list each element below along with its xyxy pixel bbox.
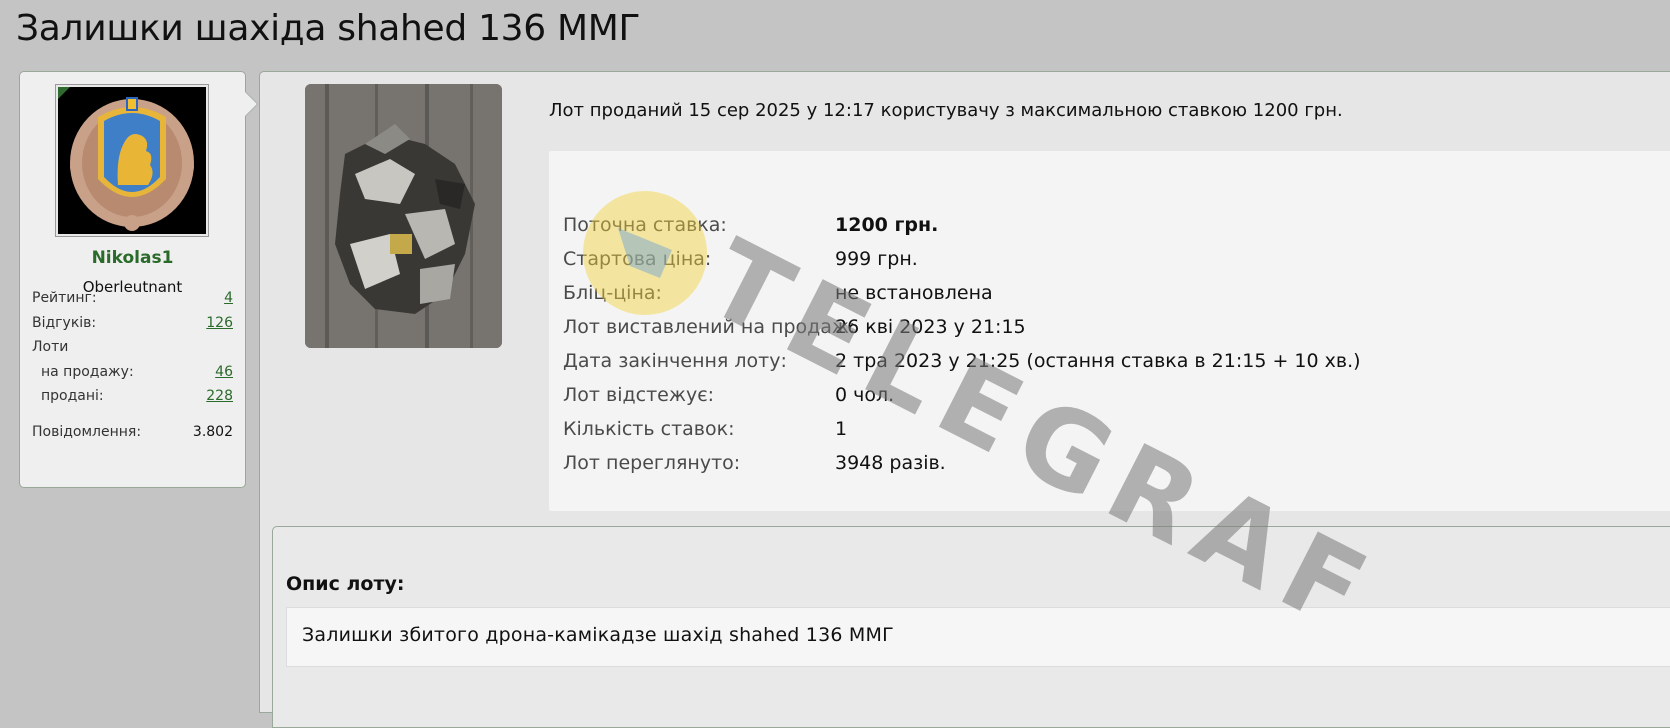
stat-rating-label: Рейтинг: xyxy=(32,290,97,306)
detail-value: 0 чол. xyxy=(835,384,895,406)
detail-label: Лот відстежує: xyxy=(563,384,715,406)
description-title: Опис лоту: xyxy=(286,573,405,595)
detail-label: Дата закінчення лоту: xyxy=(563,350,787,372)
lot-details-box: Поточна ставка: 1200 грн. Стартова ціна:… xyxy=(549,151,1670,511)
description-text: Залишки збитого дрона-камікадзе шахід sh… xyxy=(302,624,894,646)
lot-sold-note: Лот проданий 15 сер 2025 у 12:17 користу… xyxy=(549,100,1343,121)
lot-photo-image xyxy=(305,84,502,348)
user-avatar[interactable] xyxy=(55,84,209,237)
detail-value: 1200 грн. xyxy=(835,214,939,236)
detail-value: 1 xyxy=(835,418,848,440)
detail-label: Бліц-ціна: xyxy=(563,282,662,304)
stat-rating-value[interactable]: 4 xyxy=(224,290,233,306)
user-card: Nikolas1 Oberleutnant Рейтинг: 4 Відгукі… xyxy=(19,71,258,488)
detail-value: 26 кві 2023 у 21:15 xyxy=(835,316,1026,338)
detail-label: Кількість ставок: xyxy=(563,418,735,440)
stat-lots-label: Лоти xyxy=(32,339,69,355)
stat-messages-value: 3.802 xyxy=(192,424,233,440)
detail-label: Поточна ставка: xyxy=(563,214,727,236)
online-status-corner xyxy=(58,87,72,101)
stat-on-sale-value[interactable]: 46 xyxy=(215,364,233,380)
stat-reviews-value[interactable]: 126 xyxy=(206,315,233,331)
detail-label: Стартова ціна: xyxy=(563,248,712,270)
description-box: Залишки збитого дрона-камікадзе шахід sh… xyxy=(286,607,1670,667)
lot-photo[interactable] xyxy=(305,84,502,348)
detail-label: Лот виставлений на продаж: xyxy=(563,316,856,338)
coat-of-arms-icon xyxy=(58,87,206,234)
detail-value: 3948 разів. xyxy=(835,452,946,474)
stat-reviews-label: Відгуків: xyxy=(32,315,97,331)
detail-value: не встановлена xyxy=(835,282,993,304)
detail-value: 2 тра 2023 у 21:25 (остання ставка в 21:… xyxy=(835,350,1361,372)
user-card-pointer xyxy=(245,92,257,116)
stat-sold-value[interactable]: 228 xyxy=(206,388,233,404)
detail-value: 999 грн. xyxy=(835,248,918,270)
detail-label: Лот переглянуто: xyxy=(563,452,741,474)
stat-on-sale-label: на продажу: xyxy=(41,364,134,380)
stat-sold-label: продані: xyxy=(41,388,104,404)
page-title: Залишки шахіда shahed 136 ММГ xyxy=(16,8,641,49)
stat-messages-label: Повідомлення: xyxy=(32,424,142,440)
username-link[interactable]: Nikolas1 xyxy=(20,248,245,268)
